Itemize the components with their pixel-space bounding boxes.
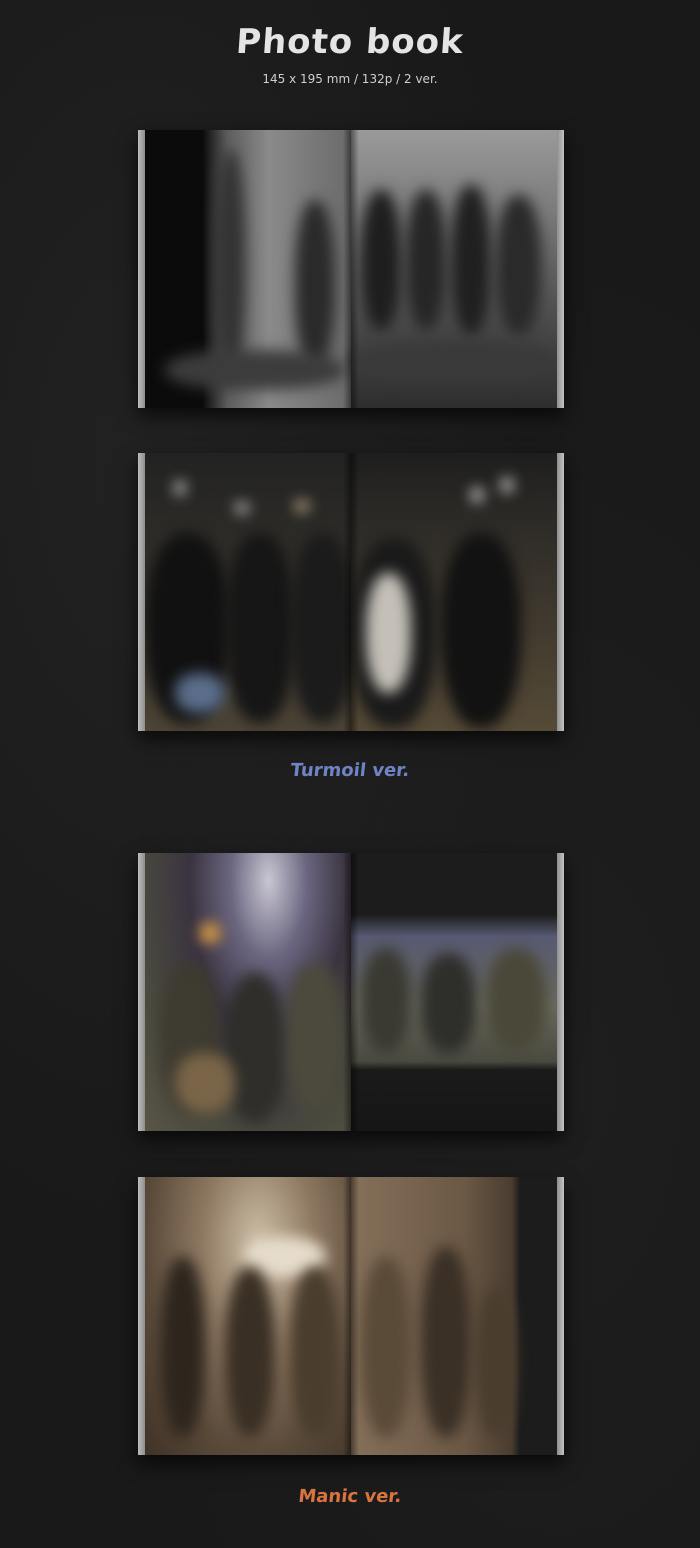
version-label-turmoil: Turmoil ver. xyxy=(289,760,411,781)
book-spine xyxy=(343,853,359,1131)
page-edge-right xyxy=(557,853,564,1131)
book-spine xyxy=(343,453,359,731)
photobook-page-left xyxy=(145,1177,351,1455)
page-edge-left xyxy=(138,853,145,1131)
photobook-page-right xyxy=(351,130,557,408)
version-label-manic: Manic ver. xyxy=(297,1486,403,1507)
page-edge-left xyxy=(138,453,145,731)
book-spine xyxy=(343,1177,359,1455)
photobook-page-right xyxy=(351,1177,557,1455)
photobook-spread-image xyxy=(138,853,564,1131)
photobook-spread-image xyxy=(138,1177,564,1455)
page-title: Photo book xyxy=(234,22,466,62)
photobook-page-left xyxy=(145,130,351,408)
page-edge-left xyxy=(138,130,145,408)
photobook-page-left xyxy=(145,453,355,731)
book-spine xyxy=(343,130,359,408)
photobook-spread-image xyxy=(138,453,564,731)
page-edge-left xyxy=(138,1177,145,1455)
page-edge-right xyxy=(557,130,564,408)
page-edge-right xyxy=(557,1177,564,1455)
photobook-page-right xyxy=(351,453,557,731)
photobook-spread-image xyxy=(138,130,564,408)
page-edge-right xyxy=(557,453,564,731)
page-subtitle: 145 x 195 mm / 132p / 2 ver. xyxy=(262,72,438,86)
photobook-page-right xyxy=(351,853,557,1131)
photobook-page-left xyxy=(145,853,351,1131)
